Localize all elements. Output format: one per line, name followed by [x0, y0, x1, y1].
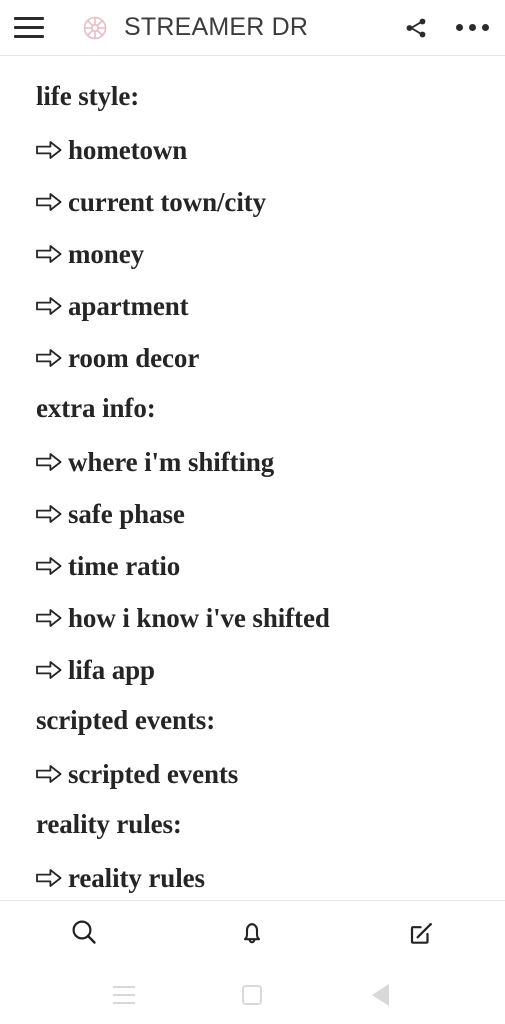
content-list-item: money [0, 226, 505, 278]
right-arrow-icon [36, 122, 68, 159]
right-arrow-icon [36, 590, 68, 627]
item-text: hometown [68, 135, 188, 165]
compose-edit-icon[interactable] [391, 903, 451, 963]
recents-lines-icon [113, 985, 136, 1004]
app-bar: STREAMER DR [0, 0, 505, 56]
app-root: STREAMER DR life style: hometown current… [0, 0, 505, 1024]
notifications-bell-icon[interactable] [222, 903, 282, 963]
right-arrow-icon [36, 434, 68, 471]
content-heading: extra info: [0, 382, 505, 434]
recents-line [113, 1001, 136, 1004]
heading-text: scripted events: [36, 705, 216, 735]
app-bar-actions [399, 11, 489, 45]
dot [481, 24, 489, 31]
content-list-item: room decor [0, 330, 505, 382]
content-list-item: reality rules [0, 850, 505, 900]
content-list-item: lifa app [0, 642, 505, 694]
item-text: scripted events [68, 759, 239, 789]
item-text: time ratio [68, 551, 181, 581]
page-title: STREAMER DR [124, 13, 309, 41]
recents-line [113, 993, 136, 996]
content-list-item: how i know i've shifted [0, 590, 505, 642]
content-list-item: time ratio [0, 538, 505, 590]
item-text: reality rules [68, 863, 205, 893]
android-home-button[interactable] [229, 972, 275, 1018]
post-content: life style: hometown current town/city mone… [0, 56, 505, 900]
right-arrow-icon [36, 330, 68, 367]
right-arrow-icon [36, 278, 68, 315]
content-list-item: where i'm shifting [0, 434, 505, 486]
search-icon[interactable] [54, 903, 114, 963]
item-text: how i know i've shifted [68, 603, 330, 633]
right-arrow-icon [36, 486, 68, 523]
right-arrow-icon [36, 174, 68, 211]
content-list-item: hometown [0, 122, 505, 174]
content-heading: life style: [0, 70, 505, 122]
right-arrow-icon [36, 746, 68, 783]
android-back-button[interactable] [358, 972, 404, 1018]
content-list-item: safe phase [0, 486, 505, 538]
heading-text: life style: [36, 81, 140, 111]
android-navigation-bar [0, 965, 505, 1024]
item-text: current town/city [68, 187, 267, 217]
content-heading: scripted events: [0, 694, 505, 746]
flower-blog-icon [80, 13, 110, 43]
hamburger-line [14, 26, 44, 29]
content-list-item: apartment [0, 278, 505, 330]
item-text: room decor [68, 343, 200, 373]
content-list-item: scripted events [0, 746, 505, 798]
home-square-icon [242, 984, 263, 1005]
item-text: where i'm shifting [68, 447, 275, 477]
more-options-icon[interactable] [455, 11, 489, 45]
item-text: lifa app [68, 655, 155, 685]
recents-line [113, 985, 136, 988]
heading-text: extra info: [36, 393, 156, 423]
item-text: money [68, 239, 144, 269]
heading-text: reality rules: [36, 809, 182, 839]
item-text: apartment [68, 291, 189, 321]
right-arrow-icon [36, 538, 68, 575]
dot [468, 24, 476, 31]
bottom-action-bar [0, 900, 505, 965]
back-triangle-icon [372, 983, 390, 1006]
android-recents-button[interactable] [101, 972, 147, 1018]
right-arrow-icon [36, 850, 68, 887]
content-list-item: current town/city [0, 174, 505, 226]
right-arrow-icon [36, 642, 68, 679]
right-arrow-icon [36, 226, 68, 263]
content-heading: reality rules: [0, 798, 505, 850]
dot [455, 24, 463, 31]
hamburger-line [14, 35, 44, 38]
item-text: safe phase [68, 499, 185, 529]
hamburger-menu-icon[interactable] [14, 11, 48, 45]
hamburger-line [14, 17, 44, 20]
share-icon[interactable] [399, 11, 433, 45]
more-options-dots [455, 24, 489, 31]
